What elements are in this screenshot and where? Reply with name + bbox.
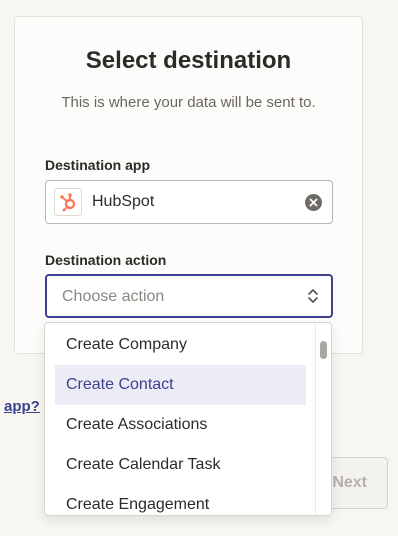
clear-icon[interactable] bbox=[305, 194, 322, 211]
destination-card: Select destination This is where your da… bbox=[14, 16, 363, 354]
scrollbar-thumb[interactable] bbox=[320, 341, 327, 359]
side-link[interactable]: app? bbox=[4, 398, 40, 415]
option-label: Create Company bbox=[66, 336, 187, 353]
next-button-label: Next bbox=[332, 474, 367, 491]
dropdown-option[interactable]: Create Company bbox=[55, 325, 306, 365]
action-dropdown-menu: Create Company Create Contact Create Ass… bbox=[44, 322, 332, 516]
action-placeholder: Choose action bbox=[62, 288, 165, 305]
destination-action-select[interactable]: Choose action bbox=[45, 274, 333, 318]
destination-action-label: Destination action bbox=[45, 252, 167, 268]
option-label: Create Engagement bbox=[66, 496, 210, 513]
dropdown-option-highlighted[interactable]: Create Contact bbox=[55, 365, 306, 405]
card-subtitle: This is where your data will be sent to. bbox=[61, 94, 316, 111]
option-label: Create Associations bbox=[66, 416, 208, 433]
option-label: Create Contact bbox=[66, 376, 174, 393]
option-label: Create Calendar Task bbox=[66, 456, 221, 473]
updown-chevron-icon bbox=[307, 287, 319, 310]
hubspot-icon bbox=[54, 188, 82, 216]
dropdown-scrollbar[interactable] bbox=[315, 323, 331, 515]
destination-app-value: HubSpot bbox=[92, 193, 155, 210]
dropdown-option[interactable]: Create Engagement bbox=[55, 485, 306, 515]
destination-app-field[interactable]: HubSpot bbox=[45, 180, 333, 224]
dropdown-option[interactable]: Create Associations bbox=[55, 405, 306, 445]
destination-app-label: Destination app bbox=[45, 157, 151, 173]
card-title: Select destination bbox=[85, 47, 292, 74]
dropdown-option[interactable]: Create Calendar Task bbox=[55, 445, 306, 485]
